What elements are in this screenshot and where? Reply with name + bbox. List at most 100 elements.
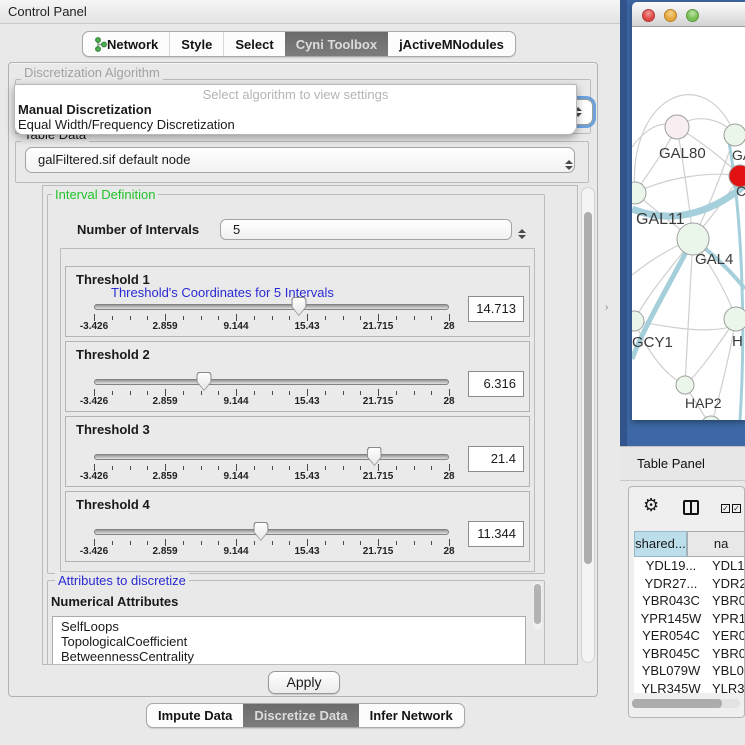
table-row[interactable]: YPR145WYPR1 bbox=[634, 610, 745, 628]
numerical-attributes-list[interactable]: SelfLoopsTopologicalCoefficientBetweenne… bbox=[52, 616, 526, 665]
table-row[interactable]: YBR045CYBR0 bbox=[634, 645, 745, 663]
table-cell[interactable]: YBR0 bbox=[708, 592, 745, 610]
slider-thumb[interactable] bbox=[197, 372, 212, 391]
tick-mark bbox=[183, 391, 184, 395]
gear-icon[interactable]: ⚙ bbox=[643, 495, 659, 516]
table-row[interactable]: YLR345WYLR3 bbox=[634, 680, 745, 694]
tick-mark bbox=[431, 466, 432, 470]
network-node-h[interactable] bbox=[724, 307, 745, 331]
network-edge[interactable] bbox=[634, 321, 685, 385]
slider-thumb[interactable] bbox=[291, 297, 306, 316]
checkbox-icon[interactable]: ✓ bbox=[721, 504, 730, 513]
popup-placeholder: Select algorithm to view settings bbox=[15, 87, 576, 102]
threshold-value-field[interactable]: 21.4 bbox=[468, 446, 524, 472]
table-cell[interactable]: YER054C bbox=[634, 627, 708, 645]
table-cell[interactable]: YBL079W bbox=[634, 662, 708, 680]
threshold-slider[interactable]: -3.4262.8599.14415.4321.71528 bbox=[94, 376, 449, 408]
table-cell[interactable]: YPR145W bbox=[634, 610, 708, 628]
table-row[interactable]: YBR043CYBR0 bbox=[634, 592, 745, 610]
tick-mark bbox=[343, 391, 344, 395]
tick-mark bbox=[414, 541, 415, 545]
table-cell[interactable]: YDR27... bbox=[634, 575, 708, 593]
number-of-intervals-combobox[interactable]: 5 bbox=[220, 219, 512, 240]
attribute-item[interactable]: BetweennessCentrality bbox=[61, 649, 525, 664]
threshold-slider[interactable]: -3.4262.8599.14415.4321.71528 bbox=[94, 451, 449, 483]
minimize-traffic-light-icon[interactable] bbox=[664, 9, 677, 22]
table-row[interactable]: YBL079WYBL0 bbox=[634, 662, 745, 680]
scrollbar-thumb[interactable] bbox=[534, 584, 541, 624]
tab-network[interactable]: Network bbox=[83, 32, 169, 56]
network-node-gcy1[interactable] bbox=[632, 311, 644, 331]
table-cell[interactable]: YDL19... bbox=[634, 557, 708, 575]
threshold-value-field[interactable]: 6.316 bbox=[468, 371, 524, 397]
network-canvas-svg[interactable]: GAL80GACGAL11GAL4GCY1HHAP2 bbox=[632, 27, 745, 420]
table-row[interactable]: YER054CYER0 bbox=[634, 627, 745, 645]
network-node-hap2[interactable] bbox=[676, 376, 694, 394]
tab-select[interactable]: Select bbox=[223, 32, 284, 56]
checkbox-icon[interactable]: ✓ bbox=[732, 504, 741, 513]
table-cell[interactable]: YBR0 bbox=[708, 645, 745, 663]
node-table: shared...na YDL19...YDL1YDR27...YDR2YBR0… bbox=[634, 531, 745, 693]
tick-mark bbox=[165, 314, 166, 321]
network-node[interactable] bbox=[701, 416, 721, 420]
tab-label: Style bbox=[181, 37, 212, 52]
table-cell[interactable]: YBR045C bbox=[634, 645, 708, 663]
tick-mark bbox=[254, 391, 255, 395]
scrollbar-thumb[interactable] bbox=[584, 212, 592, 564]
table-row[interactable]: YDL19...YDL1 bbox=[634, 557, 745, 575]
threshold-slider[interactable]: -3.4262.8599.14415.4321.71528 bbox=[94, 301, 449, 333]
tick-mark bbox=[218, 466, 219, 470]
tab-discretize-data[interactable]: Discretize Data bbox=[243, 704, 358, 727]
zoom-traffic-light-icon[interactable] bbox=[686, 9, 699, 22]
close-traffic-light-icon[interactable] bbox=[642, 9, 655, 22]
attribute-item[interactable]: TopologicalCoefficient bbox=[61, 634, 525, 649]
combo-arrows-icon bbox=[518, 229, 526, 239]
table-cell[interactable]: YPR1 bbox=[708, 610, 745, 628]
discretization-algorithm-title: Discretization Algorithm bbox=[21, 65, 163, 80]
table-cell[interactable]: YDR2 bbox=[708, 575, 745, 593]
slider-thumb[interactable] bbox=[253, 522, 268, 541]
table-cell[interactable]: YLR345W bbox=[634, 680, 708, 694]
tab-jactivemnodules[interactable]: jActiveMNodules bbox=[388, 32, 515, 56]
popup-option-manual-discretization[interactable]: Manual Discretization bbox=[15, 102, 576, 117]
tab-infer-network[interactable]: Infer Network bbox=[359, 704, 464, 727]
table-cell[interactable]: YLR3 bbox=[708, 680, 745, 694]
table-cell[interactable]: YDL1 bbox=[708, 557, 745, 575]
table-row[interactable]: YDR27...YDR2 bbox=[634, 575, 745, 593]
tick-mark bbox=[307, 539, 308, 546]
tab-style[interactable]: Style bbox=[169, 32, 223, 56]
tab-cyni-toolbox[interactable]: Cyni Toolbox bbox=[285, 32, 388, 56]
column-header[interactable]: shared... bbox=[634, 531, 687, 557]
node-label: GAL4 bbox=[695, 251, 733, 268]
table-hscrollbar[interactable] bbox=[632, 699, 740, 708]
tab-label: jActiveMNodules bbox=[399, 37, 504, 52]
apply-button[interactable]: Apply bbox=[268, 671, 340, 694]
table-cell[interactable]: YBL0 bbox=[708, 662, 745, 680]
threshold-slider[interactable]: -3.4262.8599.14415.4321.71528 bbox=[94, 526, 449, 558]
tab-impute-data[interactable]: Impute Data bbox=[147, 704, 243, 727]
scale-label: 28 bbox=[443, 321, 454, 332]
table-cell[interactable]: YER0 bbox=[708, 627, 745, 645]
popup-option-equal-width-frequency-discretization[interactable]: Equal Width/Frequency Discretization bbox=[15, 117, 576, 132]
settings-scrollbar[interactable] bbox=[581, 187, 595, 663]
attribute-item[interactable]: SelfLoops bbox=[61, 619, 525, 634]
network-window-titlebar[interactable] bbox=[632, 2, 745, 27]
table-cell[interactable]: YBR043C bbox=[634, 592, 708, 610]
threshold-value-field[interactable]: 11.344 bbox=[468, 521, 524, 547]
splitter-handle-icon[interactable]: › bbox=[605, 302, 608, 313]
network-node-ga[interactable] bbox=[724, 124, 745, 146]
scrollbar-thumb[interactable] bbox=[632, 699, 722, 708]
threshold-value-field[interactable]: 14.713 bbox=[468, 296, 524, 322]
table-data-combobox[interactable]: galFiltered.sif default node bbox=[25, 147, 575, 173]
slider-thumb[interactable] bbox=[367, 447, 382, 466]
network-canvas[interactable]: GAL80GACGAL11GAL4GCY1HHAP2 bbox=[632, 27, 745, 420]
network-node-gal80[interactable] bbox=[665, 115, 689, 139]
column-settings-icon[interactable] bbox=[683, 500, 699, 515]
tick-mark bbox=[431, 541, 432, 545]
attributes-scrollbar[interactable] bbox=[533, 582, 542, 630]
scale-label: 28 bbox=[443, 471, 454, 482]
column-header[interactable]: na bbox=[687, 531, 745, 557]
network-edge[interactable] bbox=[685, 239, 693, 385]
scale-label: -3.426 bbox=[80, 546, 108, 557]
number-of-intervals-label: Number of Intervals bbox=[77, 222, 199, 237]
